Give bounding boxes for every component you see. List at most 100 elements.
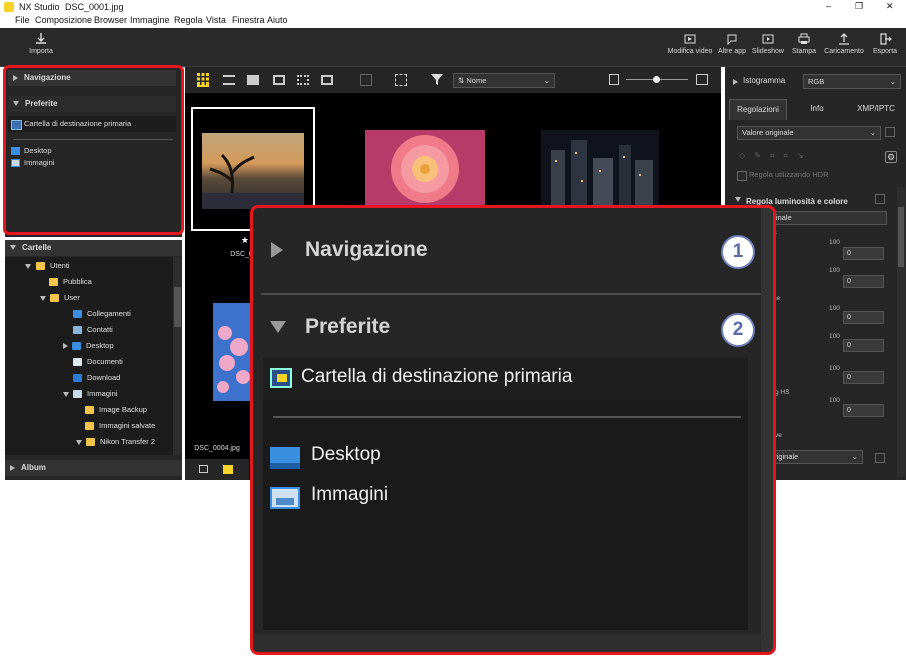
- expand-icon[interactable]: [733, 79, 738, 85]
- tab-info[interactable]: Info: [789, 99, 845, 119]
- video-edit-icon: [684, 34, 696, 44]
- tree-item-utenti[interactable]: Utenti: [25, 259, 70, 273]
- fit-icon[interactable]: [395, 74, 407, 86]
- zoom-callout: Navigazione Preferite Cartella di destin…: [250, 205, 776, 655]
- list-view-icon[interactable]: [223, 75, 235, 85]
- scrollbar-thumb[interactable]: [898, 207, 904, 267]
- menu-immagine[interactable]: Immagine: [130, 15, 170, 25]
- caricamento-button[interactable]: Caricamento: [824, 32, 864, 64]
- thumb-large-icon[interactable]: [696, 74, 708, 85]
- expand-icon: [271, 242, 283, 258]
- slider-max: 100: [829, 305, 840, 312]
- menu-browser[interactable]: Browser: [94, 15, 127, 25]
- stampa-button[interactable]: Stampa: [790, 32, 818, 64]
- tree-item-collegamenti[interactable]: Collegamenti: [73, 307, 131, 321]
- callout-desktop-item[interactable]: Desktop: [263, 442, 563, 472]
- tree-item-contatti[interactable]: Contatti: [73, 323, 113, 337]
- slider-value-box[interactable]: 0: [843, 275, 884, 288]
- tree-item-download[interactable]: Download: [73, 371, 120, 385]
- settings-gear-icon[interactable]: ⚙: [885, 151, 897, 163]
- tree-item-immagini[interactable]: Immagini: [63, 387, 117, 401]
- thumbnail-city-night[interactable]: [541, 130, 659, 208]
- histogram-channel-select[interactable]: RGB ⌄: [803, 74, 901, 89]
- filter-icon[interactable]: [431, 73, 443, 86]
- folder-icon: [49, 278, 58, 287]
- hdr-label: Regola utilizzando HDR: [749, 170, 829, 179]
- highlight-box: [3, 65, 184, 235]
- tree-item-nikon-transfer[interactable]: Nikon Transfer 2: [76, 435, 155, 449]
- folders-header[interactable]: Cartelle: [5, 240, 182, 256]
- tab-regolazioni[interactable]: Regolazioni: [729, 99, 787, 120]
- menu-regola[interactable]: Regola: [174, 15, 203, 25]
- tree-item-user[interactable]: User: [40, 291, 80, 305]
- slider-value-box[interactable]: 0: [843, 404, 884, 417]
- altre-app-button[interactable]: Altre app: [716, 32, 748, 64]
- multi-view-icon[interactable]: [297, 75, 309, 85]
- minimize-button[interactable]: –: [826, 1, 831, 11]
- tree-item-image-backup[interactable]: Image Backup: [85, 403, 147, 417]
- stack-icon[interactable]: [199, 465, 208, 473]
- slider-value-box[interactable]: 0: [843, 339, 884, 352]
- thumb-size-handle[interactable]: [653, 76, 660, 83]
- slider-value-box[interactable]: 0: [843, 247, 884, 260]
- album-header[interactable]: Album: [5, 460, 182, 476]
- export-icon: [880, 33, 892, 45]
- callout-desktop-label: Desktop: [311, 444, 381, 465]
- maximize-button[interactable]: ❐: [855, 1, 863, 12]
- close-button[interactable]: ✕: [886, 1, 894, 12]
- adjust-tool-icons[interactable]: ◇✎⌗⌗↘: [739, 151, 839, 163]
- slideshow-button[interactable]: Slideshow: [751, 32, 785, 64]
- map-icon[interactable]: [360, 74, 372, 86]
- sort-select[interactable]: ⇅ Nome ⌄: [453, 73, 555, 88]
- right-scrollbar[interactable]: [897, 187, 905, 477]
- folders-label: Cartelle: [22, 243, 52, 252]
- grid-view-icon[interactable]: [197, 73, 209, 87]
- menu-vista[interactable]: Vista: [206, 15, 226, 25]
- slider-value-box[interactable]: 0: [843, 371, 884, 384]
- slider-value-box[interactable]: 0: [843, 311, 884, 324]
- menu-finestra[interactable]: Finestra: [232, 15, 265, 25]
- collapse-icon: [735, 197, 741, 203]
- esporta-button[interactable]: Esporta: [870, 32, 900, 64]
- menu-bar: File Composizione Browser Immagine Regol…: [0, 14, 906, 28]
- folder-icon: [85, 406, 94, 415]
- tree-item-documenti[interactable]: Documenti: [73, 355, 123, 369]
- folder-icon: [86, 438, 95, 447]
- menu-aiuto[interactable]: Aiuto: [267, 15, 288, 25]
- callout-primary-row[interactable]: Cartella di destinazione primaria: [263, 358, 748, 400]
- slider-label: g HS: [775, 389, 790, 396]
- modifica-video-button[interactable]: Modifica video: [664, 32, 716, 64]
- hdr-checkbox[interactable]: [737, 171, 747, 181]
- pictures-icon: [270, 487, 300, 509]
- section-checkbox[interactable]: [875, 194, 885, 204]
- download-icon: [73, 374, 82, 383]
- slider-max: 100: [829, 397, 840, 404]
- tree-item-immagini-salvate[interactable]: Immagini salvate: [85, 419, 155, 433]
- scrollbar-thumb[interactable]: [174, 287, 181, 327]
- preset-select[interactable]: Valore originale ⌄: [737, 126, 881, 140]
- full-view-icon[interactable]: [321, 75, 333, 85]
- tree-item-pubblica[interactable]: Pubblica: [49, 275, 92, 289]
- menu-file[interactable]: File: [15, 15, 30, 25]
- histogram-label: Istogramma: [743, 76, 786, 85]
- section-checkbox[interactable]: [875, 453, 885, 463]
- thumbnail-blossoms[interactable]: [213, 303, 253, 401]
- preset-menu-icon[interactable]: [885, 127, 895, 137]
- import-label: Importa: [29, 48, 53, 55]
- folders-panel: Cartelle Utenti Pubblica User Collegamen…: [5, 240, 182, 480]
- callout-immagini-item[interactable]: Immagini: [263, 482, 563, 512]
- folder-scrollbar[interactable]: [173, 257, 182, 455]
- import-button[interactable]: Importa: [22, 32, 60, 64]
- compare-view-icon[interactable]: [273, 75, 285, 85]
- title-bar: NX Studio DSC_0001.jpg – ❐ ✕: [0, 0, 906, 14]
- single-view-icon[interactable]: [247, 75, 259, 85]
- brightness-color-header[interactable]: Regola luminosità e colore: [729, 191, 889, 206]
- label-icon[interactable]: [223, 465, 233, 474]
- thumbnail-dahlia[interactable]: [365, 130, 485, 208]
- menu-composizione[interactable]: Composizione: [35, 15, 92, 25]
- tab-xmp-iptc[interactable]: XMP/IPTC: [847, 99, 905, 119]
- tree-item-desktop[interactable]: Desktop: [63, 339, 114, 353]
- thumb-small-icon[interactable]: [609, 74, 619, 85]
- section-preset-select[interactable]: iginale: [765, 211, 887, 225]
- second-preset-select[interactable]: originale ⌄: [765, 450, 863, 464]
